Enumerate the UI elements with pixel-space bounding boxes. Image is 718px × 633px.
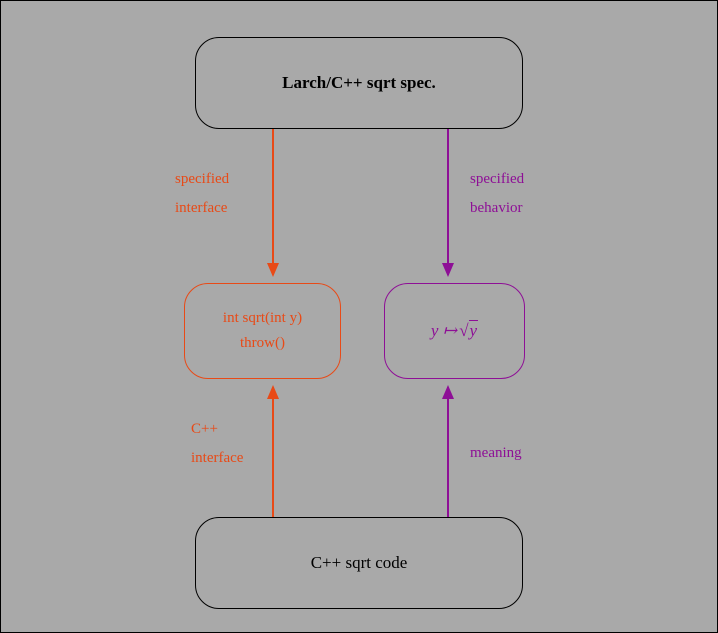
interface-line1: int sqrt(int y) [223, 306, 302, 332]
spec-box: Larch/C++ sqrt spec. [195, 37, 523, 129]
label-ci-2: interface [191, 444, 243, 473]
label-sb-1: specified [470, 165, 524, 194]
maps-to-icon: ↦ [443, 321, 455, 340]
arrow-specified-behavior [438, 129, 458, 283]
arrow-specified-interface [263, 129, 283, 283]
label-specified-behavior: specified behavior [470, 165, 524, 222]
label-si-1: specified [175, 165, 229, 194]
formula-var: y [431, 321, 439, 340]
label-ci-1: C++ [191, 415, 243, 444]
interface-box: int sqrt(int y) throw() [184, 283, 341, 379]
label-sb-2: behavior [470, 194, 524, 223]
label-cpp-interface: C++ interface [191, 415, 243, 472]
sqrt-symbol: √y [459, 321, 478, 341]
code-label: C++ sqrt code [311, 553, 408, 573]
behavior-formula: y ↦ √y [431, 321, 478, 341]
label-meaning: meaning [470, 439, 522, 468]
spec-label: Larch/C++ sqrt spec. [282, 73, 436, 93]
label-m: meaning [470, 439, 522, 468]
radicand: y [469, 320, 479, 340]
label-si-2: interface [175, 194, 229, 223]
label-specified-interface: specified interface [175, 165, 229, 222]
behavior-box: y ↦ √y [384, 283, 525, 379]
interface-line2: throw() [240, 331, 285, 357]
arrow-meaning [438, 379, 458, 517]
code-box: C++ sqrt code [195, 517, 523, 609]
arrow-cpp-interface [263, 379, 283, 517]
